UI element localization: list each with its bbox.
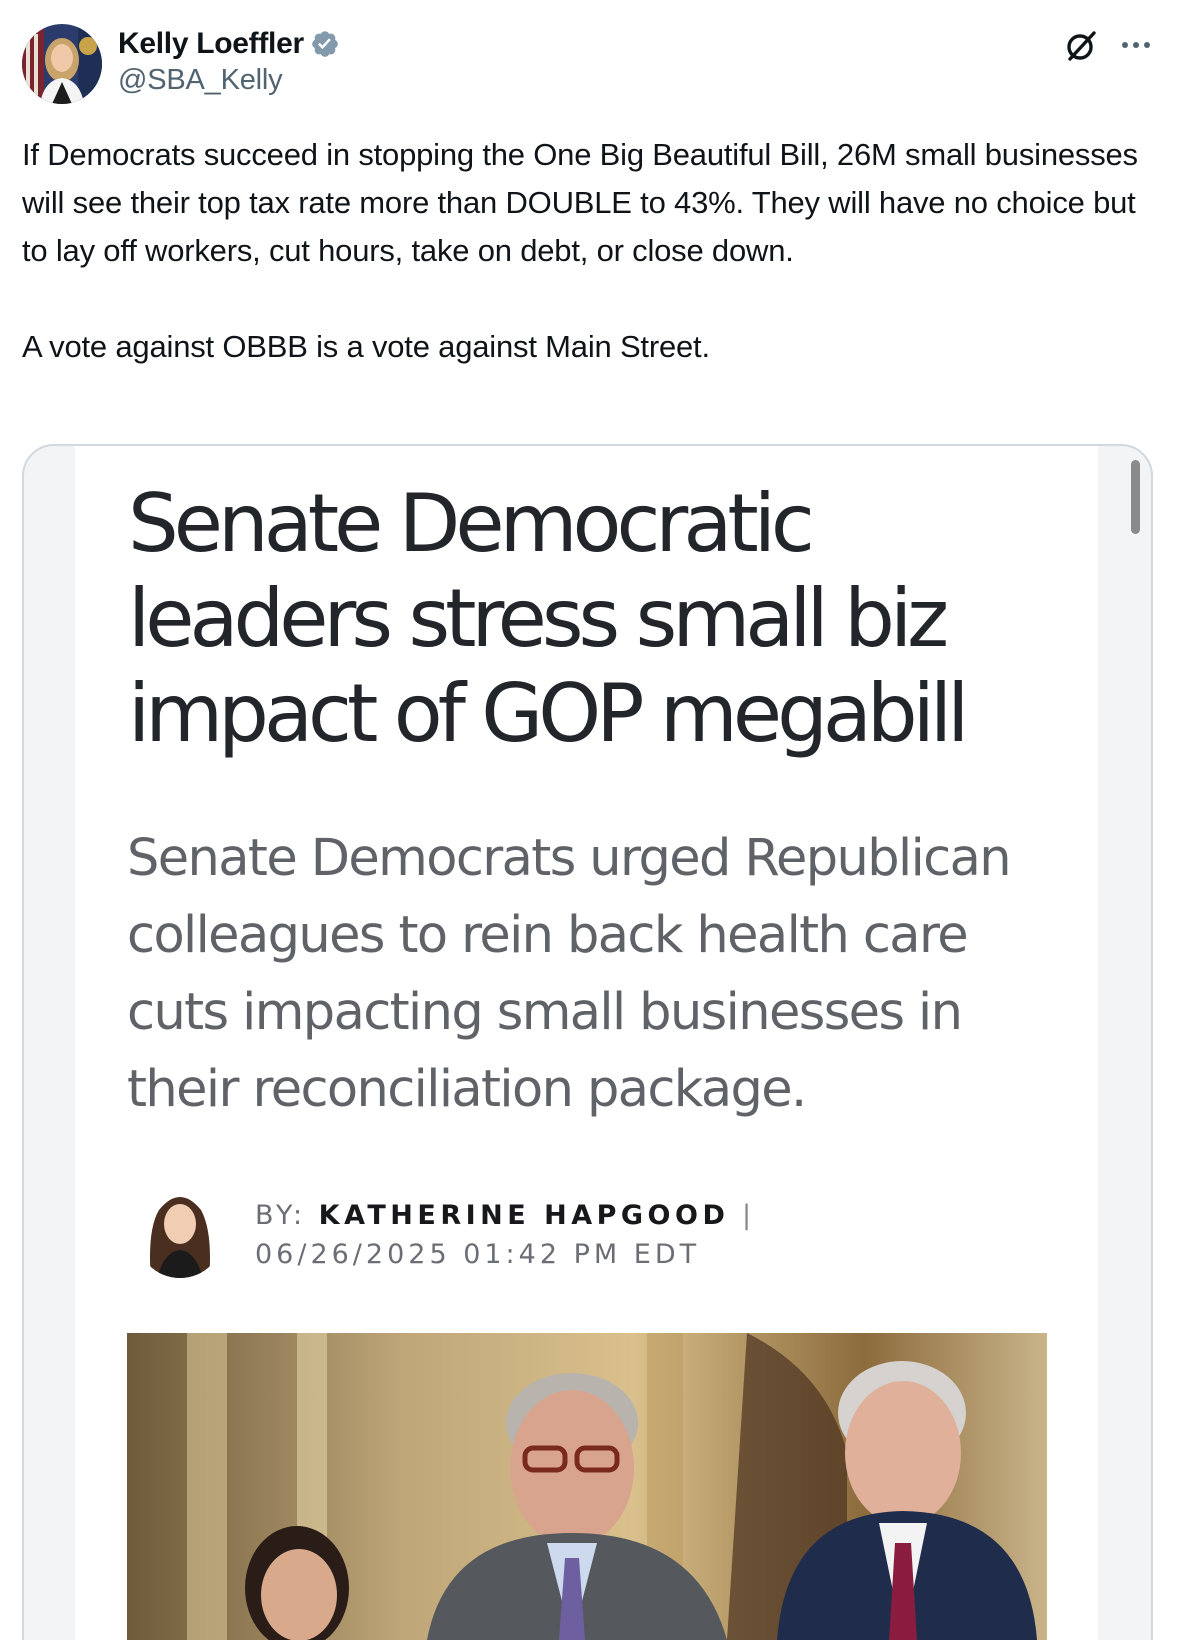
byline-timestamp: 06/26/2025 01:42 PM EDT	[255, 1239, 701, 1270]
author-display-name[interactable]: Kelly Loeffler	[118, 27, 304, 61]
byline-prefix: BY:	[255, 1200, 307, 1231]
grok-icon[interactable]	[1063, 28, 1099, 64]
article-photo	[127, 1333, 1047, 1640]
article-byline: BY: KATHERINE HAPGOOD | 06/26/2025 01:42…	[255, 1196, 755, 1274]
author-avatar[interactable]	[22, 24, 102, 104]
byline-row: BY: KATHERINE HAPGOOD |	[255, 1196, 755, 1235]
author-handle[interactable]: @SBA_Kelly	[118, 64, 340, 97]
scrollbar-thumb[interactable]	[1131, 460, 1140, 534]
more-options-icon[interactable]	[1118, 30, 1154, 60]
author-photo	[137, 1190, 223, 1278]
article-subhead: Senate Democrats urged Republican collea…	[127, 829, 1012, 1119]
tweet-paragraph: A vote against OBBB is a vote against Ma…	[22, 329, 710, 364]
article-headline: Senate Democratic leaders stress small b…	[128, 477, 969, 760]
tweet-paragraph: If Democrats succeed in stopping the One…	[22, 137, 1138, 268]
byline-separator: |	[741, 1200, 756, 1231]
verified-badge-icon[interactable]	[310, 29, 340, 59]
tweet-text: If Democrats succeed in stopping the One…	[22, 131, 1152, 371]
name-row: Kelly Loeffler	[118, 26, 340, 62]
author-name-block: Kelly Loeffler @SBA_Kelly	[118, 26, 340, 97]
byline-author[interactable]: KATHERINE HAPGOOD	[319, 1200, 730, 1231]
